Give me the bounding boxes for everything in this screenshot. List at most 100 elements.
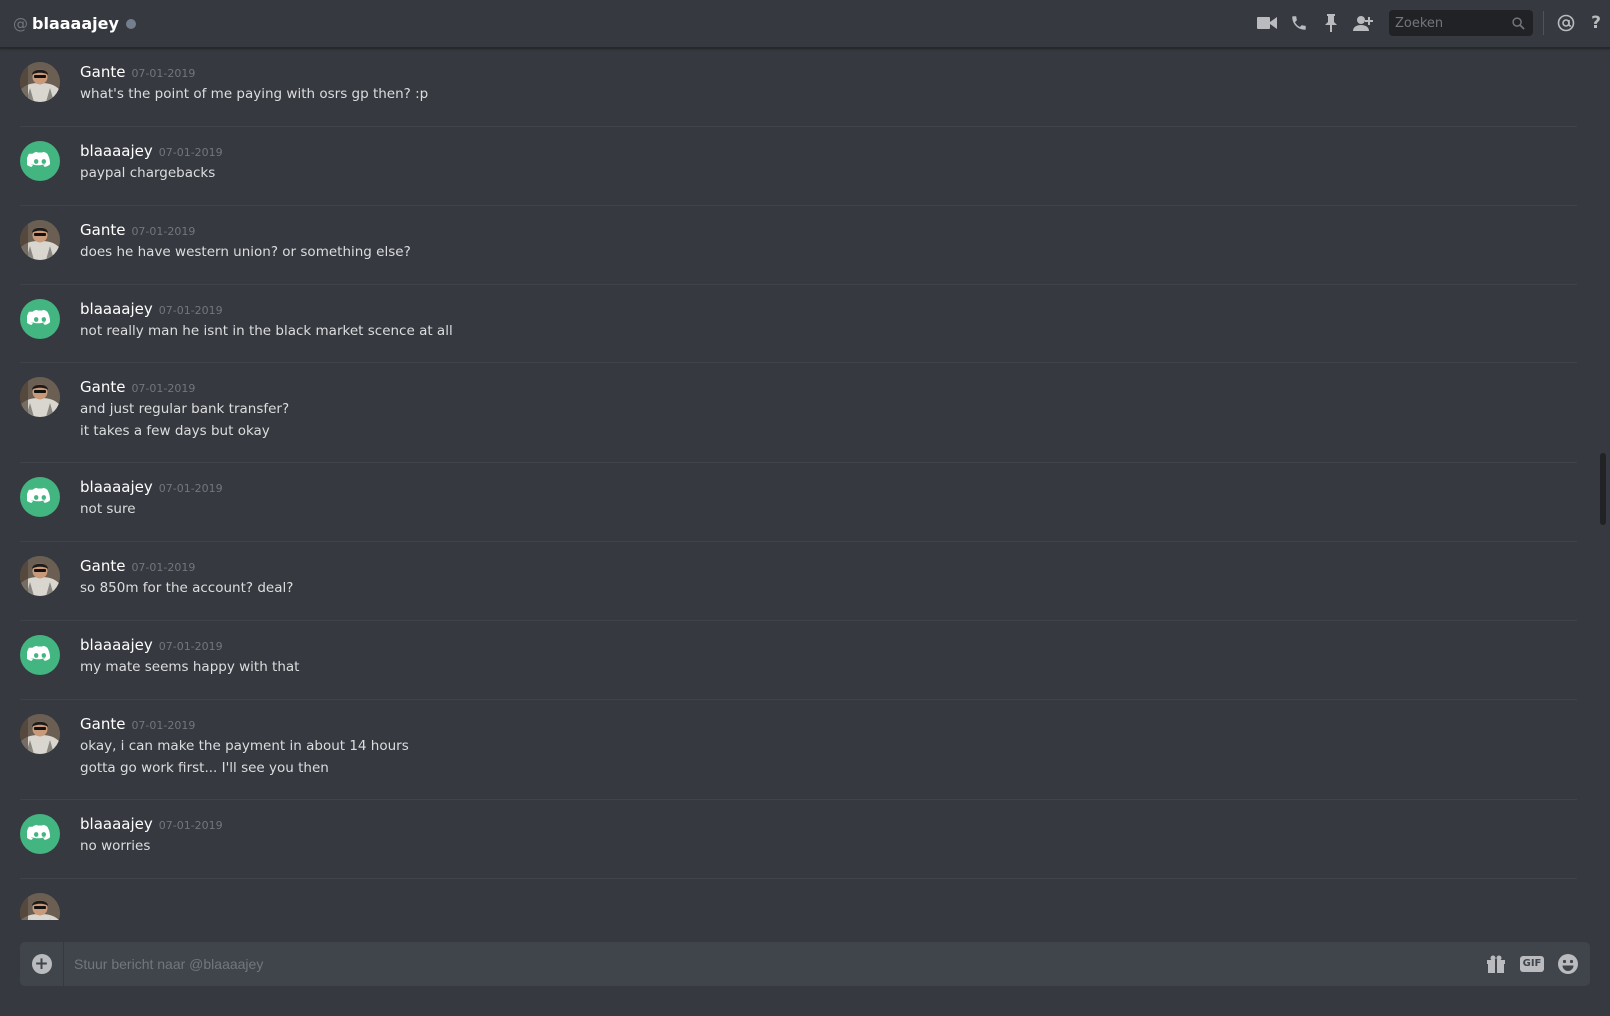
message-item: blaaaajey 07-01-2019 not really man he isn… xyxy=(20,285,1577,363)
help-button[interactable]: ? xyxy=(1582,0,1610,46)
author-name[interactable]: blaaaajey xyxy=(80,478,153,496)
pin-icon xyxy=(1325,14,1337,32)
message-text: not really man he isnt in the black mark… xyxy=(80,323,453,339)
avatar[interactable] xyxy=(20,893,60,920)
avatar[interactable] xyxy=(20,141,60,181)
gift-icon xyxy=(1487,955,1505,973)
discord-logo-icon xyxy=(27,645,51,661)
message-timestamp: 07-01-2019 xyxy=(131,67,196,80)
avatar[interactable] xyxy=(20,714,60,754)
discord-logo-icon xyxy=(27,487,51,503)
avatar[interactable] xyxy=(20,220,60,260)
message-header: blaaaajey 07-01-2019 xyxy=(80,478,223,496)
message-list[interactable]: Gante 07-01-2019 what's the point of me pa… xyxy=(0,48,1596,920)
voice-call-button[interactable] xyxy=(1283,0,1315,46)
message-text: so 850m for the account? deal? xyxy=(80,580,294,596)
gif-icon: GIF xyxy=(1519,956,1545,972)
message-header: Gante 07-01-2019 xyxy=(80,378,195,396)
message-header: Gante 07-01-2019 xyxy=(80,557,195,575)
author-name[interactable]: blaaaajey xyxy=(80,636,153,654)
avatar[interactable] xyxy=(20,299,60,339)
author-name[interactable]: Gante xyxy=(80,557,125,575)
message-header: blaaaajey 07-01-2019 xyxy=(80,815,223,833)
avatar[interactable] xyxy=(20,635,60,675)
video-call-button[interactable] xyxy=(1251,0,1283,46)
message-text: my mate seems happy with that xyxy=(80,659,300,675)
user-photo-icon xyxy=(20,556,60,596)
message-timestamp: 07-01-2019 xyxy=(131,382,196,395)
user-photo-icon xyxy=(20,220,60,260)
discord-logo-icon xyxy=(27,151,51,167)
search-placeholder: Zoeken xyxy=(1395,15,1444,31)
offline-status-icon xyxy=(125,19,136,29)
avatar[interactable] xyxy=(20,814,60,854)
message-item: Gante 07-01-2019 does he have western unio… xyxy=(20,206,1577,285)
author-name[interactable]: Gante xyxy=(80,221,125,239)
message-item: blaaaajey 07-01-2019 no worries xyxy=(20,800,1577,879)
author-name[interactable]: Gante xyxy=(80,715,125,733)
user-photo-icon xyxy=(20,62,60,102)
smiley-icon xyxy=(1558,954,1578,974)
plus-icon: + xyxy=(31,954,52,974)
message-header: Gante 07-01-2019 xyxy=(80,715,195,733)
discord-logo-icon xyxy=(27,824,51,840)
help-icon: ? xyxy=(1591,13,1601,33)
discord-logo-icon xyxy=(27,309,51,325)
message-text: okay, i can make the payment in about 14… xyxy=(80,738,409,754)
message-composer: + GIF xyxy=(20,942,1590,986)
message-timestamp: 07-01-2019 xyxy=(158,304,223,317)
message-text: and just regular bank transfer? xyxy=(80,401,290,417)
message-text: no worries xyxy=(80,838,151,854)
search-box[interactable]: Zoeken xyxy=(1389,10,1533,36)
header-divider xyxy=(1543,11,1544,35)
upload-button[interactable]: + xyxy=(20,942,64,986)
avatar[interactable] xyxy=(20,556,60,596)
channel-header: @ blaaaajey Zoeken ? xyxy=(0,0,1610,48)
message-item: blaaaajey 07-01-2019 paypal chargebacks xyxy=(20,127,1577,206)
channel-title[interactable]: blaaaajey xyxy=(32,14,119,33)
pinned-messages-button[interactable] xyxy=(1315,0,1347,46)
message-input[interactable] xyxy=(64,942,1478,986)
at-icon: @ xyxy=(13,14,28,33)
message-text: does he have western union? or something… xyxy=(80,244,411,260)
gif-button[interactable]: GIF xyxy=(1514,942,1550,986)
gift-button[interactable] xyxy=(1478,942,1514,986)
message-timestamp: 07-01-2019 xyxy=(131,719,196,732)
message-header: blaaaajey 07-01-2019 xyxy=(80,142,223,160)
message-item: blaaaajey 07-01-2019 my mate seems happy w… xyxy=(20,621,1577,700)
avatar[interactable] xyxy=(20,62,60,102)
message-text: what's the point of me paying with osrs … xyxy=(80,86,429,102)
message-header: blaaaajey 07-01-2019 xyxy=(80,636,223,654)
phone-icon xyxy=(1292,16,1306,30)
message-timestamp: 07-01-2019 xyxy=(158,640,223,653)
author-name[interactable]: Gante xyxy=(80,63,125,81)
header-toolbar: Zoeken ? xyxy=(1251,0,1610,46)
message-item: Gante 07-01-2019 okay, i can make the paym… xyxy=(20,700,1577,800)
avatar[interactable] xyxy=(20,377,60,417)
mentions-button[interactable] xyxy=(1550,0,1582,46)
message-header: blaaaajey 07-01-2019 xyxy=(80,300,223,318)
message-timestamp: 07-01-2019 xyxy=(158,482,223,495)
author-name[interactable]: blaaaajey xyxy=(80,142,153,160)
author-name[interactable]: blaaaajey xyxy=(80,300,153,318)
mention-icon xyxy=(1557,14,1575,32)
message-item: Gante 07-01-2019 and just regular bank tra… xyxy=(20,363,1577,463)
message-text: it takes a few days but okay xyxy=(80,422,270,439)
message-timestamp: 07-01-2019 xyxy=(158,819,223,832)
message-text: paypal chargebacks xyxy=(80,165,216,181)
message-timestamp: 07-01-2019 xyxy=(131,225,196,238)
message-header: Gante 07-01-2019 xyxy=(80,221,195,239)
emoji-button[interactable] xyxy=(1550,942,1586,986)
message-item: blaaaajey 07-01-2019 not sure xyxy=(20,463,1577,542)
user-photo-icon xyxy=(20,893,60,920)
author-name[interactable]: blaaaajey xyxy=(80,815,153,833)
message-header: Gante 07-01-2019 xyxy=(80,63,195,81)
user-photo-icon xyxy=(20,377,60,417)
author-name[interactable]: Gante xyxy=(80,378,125,396)
search-icon xyxy=(1512,16,1525,30)
video-camera-icon xyxy=(1257,17,1277,29)
add-friend-to-dm-button[interactable] xyxy=(1347,0,1379,46)
scrollbar-thumb[interactable] xyxy=(1600,453,1606,525)
avatar[interactable] xyxy=(20,477,60,517)
scrollbar-track[interactable] xyxy=(1596,48,1610,920)
